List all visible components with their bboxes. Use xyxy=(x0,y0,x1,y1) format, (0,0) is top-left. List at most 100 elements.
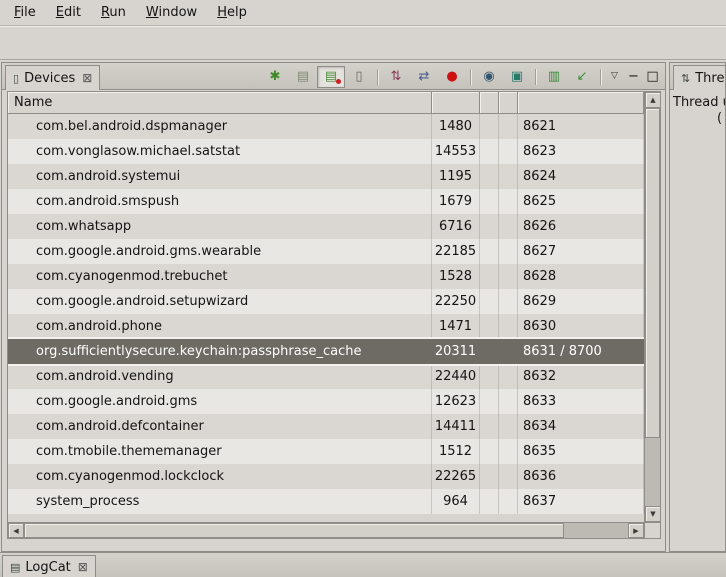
horizontal-scrollbar-thumb[interactable] xyxy=(24,523,564,538)
horizontal-scrollbar[interactable]: ◀ ▶ xyxy=(8,522,644,538)
table-row[interactable]: system_process 964 8637 xyxy=(8,489,644,514)
table-row[interactable]: com.vonglasow.michael.satstat 14553 8623 xyxy=(8,139,644,164)
toolbar-button[interactable]: ↙ xyxy=(568,66,596,88)
table-row[interactable]: com.google.android.gms 12623 8633 xyxy=(8,389,644,414)
process-port: 8632 xyxy=(518,364,644,389)
scroll-left-icon[interactable]: ◀ xyxy=(8,523,24,538)
tab-threads[interactable]: ⇅ Threa xyxy=(673,65,726,90)
process-port: 8629 xyxy=(518,289,644,314)
method-profiling-icon: ⇄ xyxy=(419,70,430,83)
process-name: com.android.vending xyxy=(8,364,432,389)
process-port: 8631 / 8700 xyxy=(518,339,644,364)
process-port: 8621 xyxy=(518,114,644,139)
table-row[interactable]: com.whatsapp 6716 8626 xyxy=(8,214,644,239)
empty-cell xyxy=(499,164,518,189)
tab-logcat[interactable]: ▤ LogCat ⊠ xyxy=(2,555,96,577)
toolbar-separator xyxy=(600,69,601,85)
process-pid: 22265 xyxy=(432,464,480,489)
empty-cell xyxy=(480,464,499,489)
process-pid: 1195 xyxy=(432,164,480,189)
process-pid: 6716 xyxy=(432,214,480,239)
table-header: Name xyxy=(8,92,644,114)
toolbar-button[interactable]: ⇅ xyxy=(382,66,410,88)
empty-cell xyxy=(480,439,499,464)
menu-item[interactable]: Help xyxy=(207,2,257,23)
toolbar-button[interactable]: ▤ xyxy=(317,66,345,88)
horizontal-scrollbar-track[interactable] xyxy=(564,523,628,538)
table-row[interactable]: com.android.smspush 1679 8625 xyxy=(8,189,644,214)
empty-cell xyxy=(499,439,518,464)
dump-view-hierarchy-icon: ▥ xyxy=(548,70,560,83)
table-row[interactable]: com.tmobile.thememanager 1512 8635 xyxy=(8,439,644,464)
empty-cell xyxy=(499,314,518,339)
dump-hprof-icon: ▤ xyxy=(325,70,337,83)
tab-devices[interactable]: ▯ Devices ⊠ xyxy=(5,65,100,90)
column-header-port[interactable] xyxy=(518,92,644,114)
table-row[interactable]: com.google.android.gms.wearable 22185 86… xyxy=(8,239,644,264)
column-header-pid[interactable] xyxy=(432,92,480,114)
toolbar-button[interactable]: ⇄ xyxy=(410,66,438,88)
menu-item[interactable]: Window xyxy=(136,2,207,23)
process-name: com.android.phone xyxy=(8,314,432,339)
empty-cell xyxy=(499,364,518,389)
empty-cell xyxy=(499,389,518,414)
table-row[interactable]: com.android.defcontainer 14411 8634 xyxy=(8,414,644,439)
column-header-name[interactable]: Name xyxy=(8,92,432,114)
scroll-up-icon[interactable]: ▲ xyxy=(645,92,661,108)
table-row[interactable]: com.android.systemui 1195 8624 xyxy=(8,164,644,189)
scroll-down-icon[interactable]: ▼ xyxy=(645,506,661,522)
process-port: 8637 xyxy=(518,489,644,514)
process-pid: 1679 xyxy=(432,189,480,214)
empty-cell xyxy=(480,264,499,289)
empty-cell xyxy=(499,214,518,239)
toolbar-button[interactable]: ● xyxy=(438,66,466,88)
table-row[interactable]: com.android.phone 1471 8630 xyxy=(8,314,644,339)
table-row[interactable]: com.google.android.setupwizard 22250 862… xyxy=(8,289,644,314)
toolbar-separator xyxy=(470,69,471,85)
close-icon[interactable]: ⊠ xyxy=(78,561,88,573)
debug-process-icon: ✱ xyxy=(270,70,281,83)
process-name: com.cyanogenmod.lockclock xyxy=(8,464,432,489)
process-name: com.bel.android.dspmanager xyxy=(8,114,432,139)
vertical-scrollbar-thumb[interactable] xyxy=(645,108,660,438)
systrace-icon: ↙ xyxy=(577,70,588,83)
toolbar-button[interactable]: ◉ xyxy=(475,66,503,88)
menu-item[interactable]: Edit xyxy=(46,2,91,23)
toolbar-button[interactable]: ▣ xyxy=(503,66,531,88)
scroll-right-icon[interactable]: ▶ xyxy=(628,523,644,538)
table-row[interactable]: com.android.vending 22440 8632 xyxy=(8,364,644,389)
vertical-scrollbar[interactable]: ▲ ▼ xyxy=(644,92,660,522)
threads-message-line2: ( xyxy=(673,111,722,127)
process-name: com.cyanogenmod.trebuchet xyxy=(8,264,432,289)
process-port: 8634 xyxy=(518,414,644,439)
view-menu-button[interactable]: ▽ xyxy=(605,66,624,88)
toolbar-button[interactable]: ▤ xyxy=(289,66,317,88)
table-row[interactable]: org.sufficientlysecure.keychain:passphra… xyxy=(8,339,644,364)
process-pid: 1480 xyxy=(432,114,480,139)
table-row[interactable]: com.cyanogenmod.trebuchet 1528 8628 xyxy=(8,264,644,289)
toolbar-button[interactable]: ✱ xyxy=(261,66,289,88)
menu-item[interactable]: Run xyxy=(91,2,136,23)
toolbar-button[interactable]: ▯ xyxy=(345,66,373,88)
table-row[interactable]: com.bel.android.dspmanager 1480 8621 xyxy=(8,114,644,139)
process-name: com.tmobile.thememanager xyxy=(8,439,432,464)
minimize-button[interactable]: − xyxy=(624,66,643,88)
toolbar-button[interactable]: ▥ xyxy=(540,66,568,88)
process-name: com.vonglasow.michael.satstat xyxy=(8,139,432,164)
main-toolbar xyxy=(0,26,726,60)
maximize-button[interactable]: □ xyxy=(643,66,662,88)
close-icon[interactable]: ⊠ xyxy=(82,72,92,84)
empty-cell xyxy=(499,239,518,264)
empty-cell xyxy=(480,364,499,389)
column-header[interactable] xyxy=(480,92,499,114)
menu-item[interactable]: File xyxy=(4,2,46,23)
process-pid: 12623 xyxy=(432,389,480,414)
column-header[interactable] xyxy=(499,92,518,114)
empty-cell xyxy=(499,414,518,439)
process-port: 8630 xyxy=(518,314,644,339)
table-row[interactable]: com.cyanogenmod.lockclock 22265 8636 xyxy=(8,464,644,489)
vertical-scrollbar-track[interactable] xyxy=(645,438,660,506)
ddms-window: File Edit Run Window Help ▯ Devices ⊠ xyxy=(0,0,726,577)
devices-toolbar: ✱ ▤ ▤ ▯ xyxy=(261,65,662,88)
empty-cell xyxy=(499,339,518,364)
